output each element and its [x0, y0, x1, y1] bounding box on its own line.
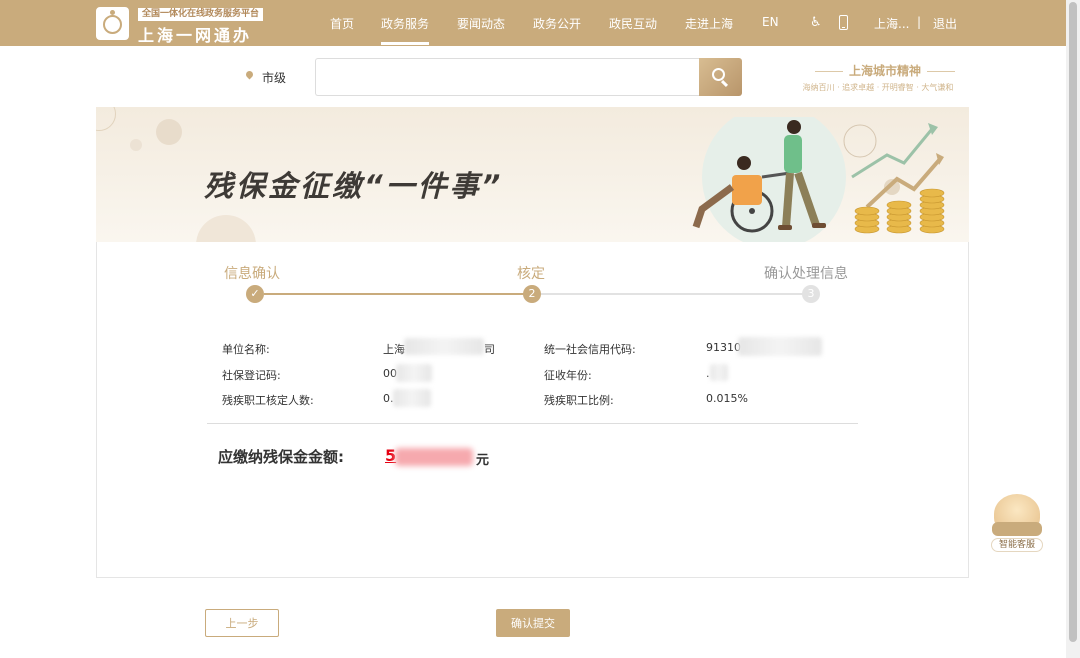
- nav-home[interactable]: 首页: [330, 15, 354, 32]
- logo-icon[interactable]: [96, 7, 129, 40]
- collection-year-value: .: [706, 367, 710, 380]
- scrollbar-thumb[interactable]: [1069, 2, 1077, 642]
- nav-about-shanghai[interactable]: 走进上海: [685, 15, 733, 32]
- city-spirit-title: 上海城市精神: [800, 62, 970, 79]
- top-navigation-bar: 全国一体化在线政务服务平台 上海一网通办 首页 政务服务 要闻动态 政务公开 政…: [0, 0, 1066, 46]
- unit-name-value: 上海: [383, 343, 405, 356]
- social-reg-label: 社保登记码:: [222, 369, 281, 382]
- language-switch[interactable]: EN: [762, 15, 779, 29]
- step-track-done: [264, 293, 525, 295]
- nav-separator: |: [917, 15, 922, 29]
- smart-service-widget[interactable]: 智能客服: [988, 492, 1046, 556]
- search-button[interactable]: [699, 58, 742, 96]
- redacted-mask: [710, 364, 728, 381]
- city-spirit-motto: 海纳百川 · 追求卓越 · 开明睿智 · 大气谦和: [802, 83, 954, 92]
- credit-code-label: 统一社会信用代码:: [544, 343, 636, 356]
- step-pending-marker: 3: [802, 285, 820, 303]
- nav-government-services[interactable]: 政务服务: [381, 15, 430, 45]
- redacted-mask: [396, 364, 432, 382]
- disabled-ratio-label: 残疾职工比例:: [544, 394, 614, 407]
- step-label-confirm-processing: 确认处理信息: [764, 266, 848, 282]
- step-track-pending: [541, 293, 803, 295]
- disabled-count-label: 残疾职工核定人数:: [222, 394, 314, 407]
- logo-tagline: 全国一体化在线政务服务平台: [138, 8, 264, 21]
- step-label-info-confirm: 信息确认: [224, 266, 280, 282]
- nav-news[interactable]: 要闻动态: [457, 15, 505, 32]
- step-current-marker: 2: [523, 285, 541, 303]
- nav-interaction[interactable]: 政民互动: [609, 15, 657, 32]
- unit-name-tail: 司: [484, 343, 495, 356]
- logo-name[interactable]: 上海一网通办: [138, 22, 252, 46]
- region-selector[interactable]: 市级: [262, 69, 286, 86]
- collection-year-label: 征收年份:: [544, 369, 592, 382]
- amount-due-label: 应缴纳残保金金额:: [218, 448, 344, 466]
- mobile-icon[interactable]: [839, 15, 848, 30]
- previous-step-button[interactable]: 上一步: [205, 609, 279, 637]
- nav-gov-disclosure[interactable]: 政务公开: [533, 15, 581, 32]
- page-scrollbar[interactable]: [1066, 0, 1080, 658]
- step-label-verify: 核定: [517, 266, 545, 282]
- banner-title: 残保金征缴“一件事”: [204, 169, 504, 203]
- wheelchair-illustration-icon: [692, 117, 945, 242]
- service-banner: 残保金征缴“一件事”: [96, 107, 969, 242]
- redacted-mask: [395, 448, 473, 466]
- smart-service-label: 智能客服: [991, 538, 1043, 552]
- step-done-check-icon: ✓: [246, 285, 264, 303]
- redacted-mask: [738, 337, 822, 356]
- social-reg-value: 00: [383, 367, 397, 380]
- disabled-count-value: 0.: [383, 392, 394, 405]
- user-name-link[interactable]: 上海...: [874, 15, 909, 32]
- credit-code-value: 91310: [706, 341, 741, 354]
- location-pin-icon: [244, 69, 255, 80]
- unit-name-label: 单位名称:: [222, 343, 270, 356]
- accessibility-icon[interactable]: ♿: [810, 15, 822, 30]
- redacted-mask: [393, 389, 431, 407]
- logout-link[interactable]: 退出: [933, 15, 957, 32]
- confirm-submit-button[interactable]: 确认提交: [496, 609, 570, 637]
- search-input[interactable]: [315, 58, 701, 96]
- amount-unit: 元: [476, 453, 490, 468]
- redacted-mask: [404, 338, 484, 355]
- section-divider: [207, 423, 858, 424]
- disabled-ratio-value: 0.015%: [706, 392, 748, 405]
